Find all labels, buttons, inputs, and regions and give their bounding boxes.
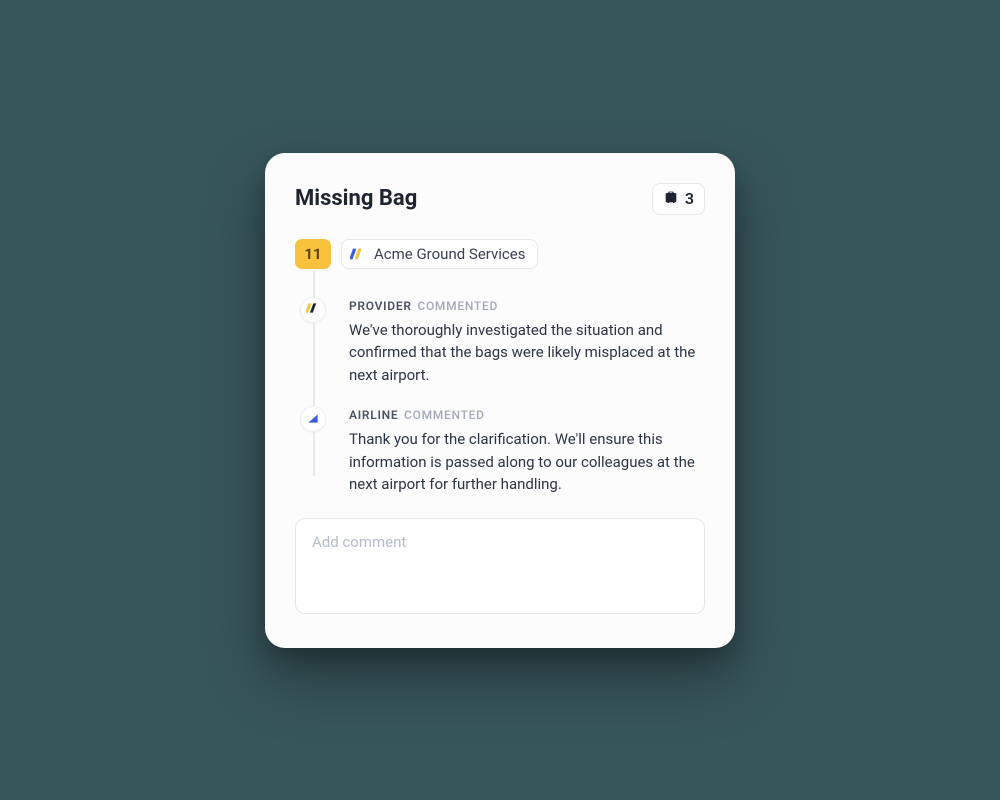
- comment-list: PROVIDER COMMENTED We've thoroughly inve…: [313, 283, 705, 496]
- incident-card: Missing Bag 3 11 Acme Ground Services: [265, 153, 735, 648]
- step-row: 11 Acme Ground Services: [295, 239, 705, 269]
- comment-item: AIRLINE COMMENTED Thank you for the clar…: [349, 408, 705, 496]
- bag-count-value: 3: [685, 189, 694, 208]
- comment-item: PROVIDER COMMENTED We've thoroughly inve…: [349, 299, 705, 387]
- comment-author: PROVIDER: [349, 299, 412, 313]
- thread: 11 Acme Ground Services PROVIDER COMMENT…: [295, 239, 705, 618]
- step-number-badge: 11: [295, 239, 331, 269]
- comment-body: We've thoroughly investigated the situat…: [349, 319, 705, 387]
- comment-body: Thank you for the clarification. We'll e…: [349, 428, 705, 496]
- comment-header: PROVIDER COMMENTED: [349, 299, 705, 313]
- luggage-icon: [663, 189, 679, 209]
- bag-count-badge[interactable]: 3: [652, 183, 705, 215]
- comment-input-container: [295, 518, 705, 618]
- comment-avatar: [300, 297, 326, 323]
- comment-action: COMMENTED: [417, 299, 498, 313]
- card-title: Missing Bag: [295, 186, 417, 211]
- comment-avatar: [300, 406, 326, 432]
- comment-author: AIRLINE: [349, 408, 398, 422]
- comment-header: AIRLINE COMMENTED: [349, 408, 705, 422]
- provider-stripes-icon: [306, 300, 320, 319]
- airline-tail-icon: [306, 410, 320, 429]
- provider-chip[interactable]: Acme Ground Services: [341, 239, 538, 269]
- comment-input[interactable]: [295, 518, 705, 614]
- card-header: Missing Bag 3: [295, 183, 705, 215]
- provider-name: Acme Ground Services: [374, 245, 525, 263]
- provider-stripes-icon: [350, 246, 366, 262]
- comment-action: COMMENTED: [404, 408, 485, 422]
